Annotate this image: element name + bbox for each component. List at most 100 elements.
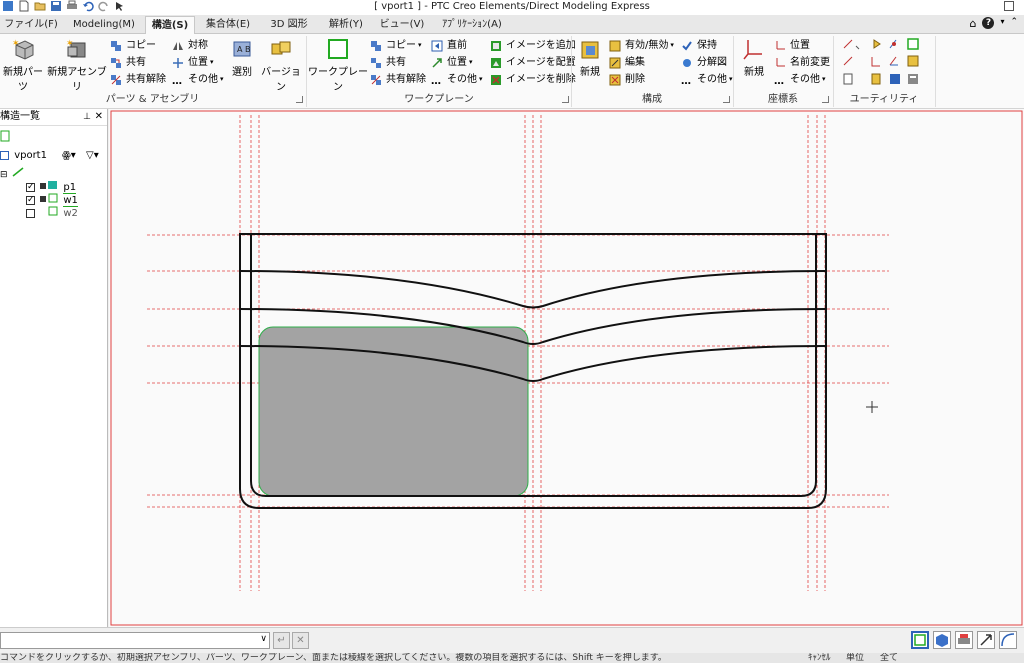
coord-group-launcher[interactable] <box>822 96 829 103</box>
title-bar: [ vport1 ] - PTC Creo Elements/Direct Mo… <box>0 0 1024 15</box>
structure-tab[interactable] <box>0 130 10 143</box>
new-assembly-button[interactable]: ✶ 新規アセンブリ <box>47 38 107 93</box>
tree-item-w1[interactable]: w1 <box>26 193 78 207</box>
coord-other-label: その他 <box>790 74 820 85</box>
close-icon[interactable]: ✕ <box>95 109 103 125</box>
parts-position-button[interactable]: 位置 ▾ <box>172 55 214 70</box>
place-image-button[interactable]: イメージを配置 <box>490 55 576 70</box>
new-part-button[interactable]: ✶ 新規パーツ <box>0 38 46 93</box>
panel-title: 構造一覧 <box>0 111 40 122</box>
enter-command-button[interactable]: ↵ <box>273 632 290 649</box>
copy-icon <box>370 40 382 52</box>
keep-button[interactable]: 保持 <box>681 38 717 53</box>
ribbon: ✶ 新規パーツ ✶ 新規アセンブリ コピー 共有 共有解除 対称 位置 ▾ … その… <box>0 34 1024 109</box>
more-icon: … <box>431 75 441 87</box>
config-other-button[interactable]: … その他 ▾ <box>681 72 733 87</box>
tab-analysis[interactable]: 解析(Y) <box>320 16 372 34</box>
version-icon <box>269 38 293 60</box>
chevron-down-icon: ▾ <box>670 41 674 49</box>
parts-share-button[interactable]: 共有 <box>110 55 146 70</box>
add-image-button[interactable]: イメージを追加 <box>490 38 576 53</box>
config-new-label: 新規 <box>580 67 600 78</box>
command-input[interactable]: ∨ <box>0 632 270 649</box>
config-group-launcher[interactable] <box>723 96 730 103</box>
delete-image-button[interactable]: イメージを削除 <box>490 72 576 87</box>
coord-position-label: 位置 <box>790 40 810 51</box>
tree-item-w2[interactable]: w2 <box>26 206 78 219</box>
config-edit-button[interactable]: 編集 <box>609 55 645 70</box>
tab-view[interactable]: ビュー(V) <box>376 16 428 34</box>
tab-structure[interactable]: 構造(S) <box>145 16 195 34</box>
tree-root-node[interactable]: ⊟ <box>0 167 25 180</box>
select-button[interactable]: A B 選別 <box>228 38 256 78</box>
workplane-group-launcher[interactable] <box>562 96 569 103</box>
filter-icon[interactable]: ▽▾ <box>86 149 99 162</box>
model-drawing[interactable] <box>109 109 1024 627</box>
utility-icon-grid <box>842 38 932 90</box>
visibility-checkbox[interactable] <box>26 194 35 207</box>
explode-button[interactable]: 分解図 <box>681 55 727 70</box>
coord-new-button[interactable]: 新規 <box>737 38 771 78</box>
visibility-checkbox[interactable] <box>26 181 35 194</box>
status-units: 単位 <box>846 653 865 663</box>
chevron-down-icon[interactable]: ∨ <box>260 634 267 644</box>
tab-modeling[interactable]: Modeling(M) <box>66 16 142 34</box>
pin-icon[interactable]: ⊥ <box>83 109 91 125</box>
wp-other-label: その他 <box>447 74 477 85</box>
workplane-button[interactable]: ワークプレーン <box>308 38 368 93</box>
parts-other-button[interactable]: … その他 ▾ <box>172 72 224 87</box>
shaded-view-button[interactable] <box>933 631 951 649</box>
wp-other-button[interactable]: … その他 ▾ <box>431 72 483 87</box>
tab-application[interactable]: ｱﾌﾟﾘｹｰｼｮﾝ(A) <box>432 16 512 34</box>
parts-group-launcher[interactable] <box>296 96 303 103</box>
wp-share-button[interactable]: 共有 <box>370 55 406 70</box>
restore-window-icon[interactable] <box>1004 1 1014 11</box>
coord-group-label: 座標系 <box>768 94 798 105</box>
tree-item-label: w2 <box>63 208 78 219</box>
wp-front-button[interactable]: 直前 <box>431 38 467 53</box>
tab-file[interactable]: ファイル(F) <box>0 16 62 34</box>
parts-copy-button[interactable]: コピー <box>110 38 156 53</box>
version-button[interactable]: バージョン <box>259 38 303 93</box>
new-part-label: 新規パーツ <box>3 67 43 93</box>
binoculars-icon[interactable]: ꙮ▾ <box>62 149 76 162</box>
wp-position-button[interactable]: 位置 ▾ <box>431 55 473 70</box>
status-filter-all[interactable]: 全て <box>880 653 898 663</box>
workplane-view-button[interactable] <box>911 631 929 649</box>
new-part-icon: ✶ <box>11 38 35 60</box>
print-view-button[interactable] <box>955 631 973 649</box>
enable-disable-icon <box>609 40 621 52</box>
wp-share-label: 共有 <box>386 57 406 68</box>
chevron-down-icon: ▾ <box>418 41 422 49</box>
chevron-down-icon: ▾ <box>210 58 214 66</box>
parts-unshare-button[interactable]: 共有解除 <box>110 72 166 87</box>
coord-other-button[interactable]: … その他 ▾ <box>774 72 826 87</box>
ribbon-minimize-icon[interactable]: ⌃ <box>1010 17 1018 30</box>
coord-position-button[interactable]: 位置 <box>774 38 810 53</box>
config-other-label: その他 <box>697 74 727 85</box>
tree-item-p1[interactable]: p1 <box>26 180 77 194</box>
config-delete-button[interactable]: 削除 <box>609 72 645 87</box>
wp-copy-button[interactable]: コピー ▾ <box>370 38 422 53</box>
vport-row[interactable]: vport1 ꙮ▾ ▽▾ <box>0 149 108 162</box>
home-icon[interactable]: ⌂ <box>969 17 976 30</box>
tab-3d-shape[interactable]: 3D 図形 <box>262 16 316 34</box>
wp-copy-label: コピー <box>386 40 416 51</box>
wp-unshare-button[interactable]: 共有解除 <box>370 72 426 87</box>
enable-disable-button[interactable]: 有効/無効 ▾ <box>609 38 674 53</box>
rotate-view-button[interactable] <box>999 631 1017 649</box>
status-cancel[interactable]: ｷｬﾝｾﾙ <box>808 653 831 663</box>
viewport-canvas[interactable] <box>109 109 1024 627</box>
cancel-command-button[interactable]: ✕ <box>292 632 309 649</box>
utility-tools-icons <box>843 38 919 85</box>
zoom-fit-button[interactable] <box>977 631 995 649</box>
visibility-checkbox[interactable] <box>26 208 35 218</box>
help-icon[interactable]: ? <box>982 17 995 29</box>
mirror-button[interactable]: 対称 <box>172 38 208 53</box>
new-assembly-label: 新規アセンブリ <box>47 67 107 93</box>
tab-assembly[interactable]: 集合体(E) <box>198 16 258 34</box>
coord-rename-button[interactable]: 名前変更 <box>774 55 830 70</box>
config-new-button[interactable]: 新規 <box>574 38 606 78</box>
expand-icon[interactable]: ⊟ <box>0 170 8 180</box>
dropdown-icon[interactable]: ▾ <box>1000 17 1004 30</box>
